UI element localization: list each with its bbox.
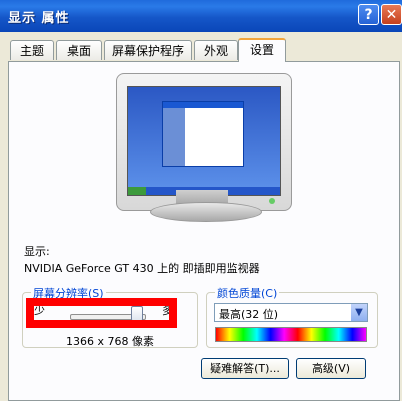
resolution-value: 1366 x 768 像素	[66, 335, 154, 348]
help-icon: ?	[364, 7, 373, 23]
tab-settings[interactable]: 设置	[238, 38, 286, 62]
tab-desktop[interactable]: 桌面	[56, 40, 102, 60]
chevron-down-icon[interactable]: ▼	[351, 304, 367, 321]
display-device: NVIDIA GeForce GT 430 上的 即插即用监视器	[24, 262, 260, 275]
power-led-icon	[269, 198, 275, 204]
tab-appearance[interactable]: 外观	[194, 40, 238, 60]
title-bar[interactable]: 显示 属性 ? ✕	[0, 0, 402, 32]
color-quality-select[interactable]: 最高(32 位) ▼	[214, 303, 368, 322]
color-quality-legend: 颜色质量(C)	[215, 285, 280, 301]
tab-themes[interactable]: 主题	[10, 40, 54, 60]
monitor-base	[150, 202, 262, 222]
advanced-button[interactable]: 高级(V)	[296, 358, 366, 379]
color-spectrum-bar	[215, 327, 367, 342]
monitor-screen	[127, 86, 281, 196]
highlight-box	[26, 298, 177, 328]
tab-screensaver[interactable]: 屏幕保护程序	[104, 40, 192, 60]
display-label: 显示:	[24, 245, 50, 258]
close-button[interactable]: ✕	[381, 4, 402, 25]
help-button[interactable]: ?	[358, 4, 379, 25]
close-icon: ✕	[385, 7, 398, 23]
color-quality-value: 最高(32 位)	[219, 308, 279, 321]
window-title: 显示 属性	[8, 11, 70, 26]
preview-start-button	[128, 187, 146, 195]
preview-window	[162, 101, 244, 167]
troubleshoot-button[interactable]: 疑难解答(T)...	[201, 358, 289, 379]
